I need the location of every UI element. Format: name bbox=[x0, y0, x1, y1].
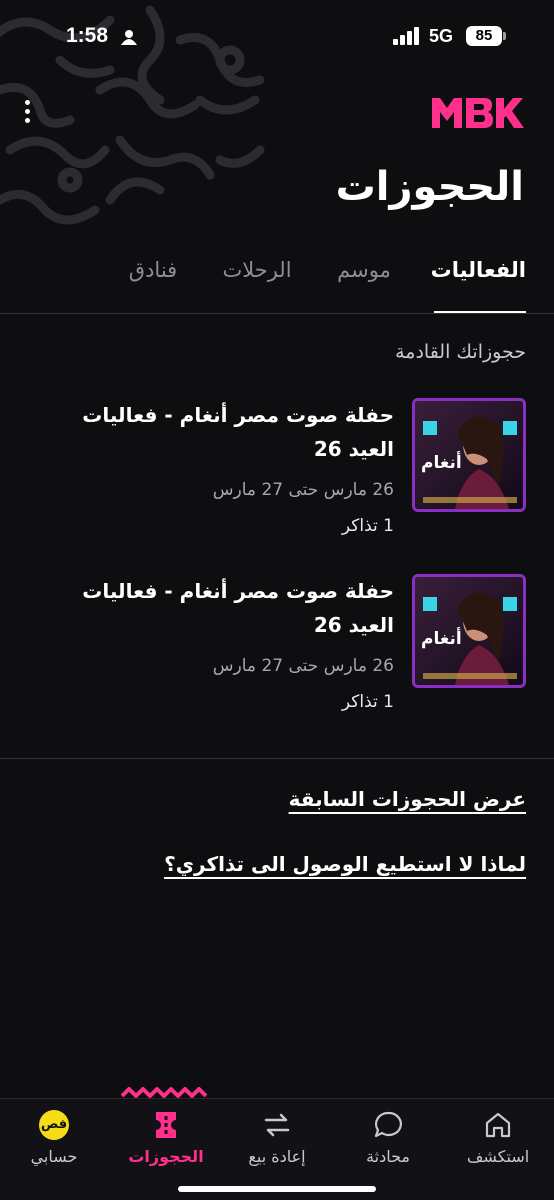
mbk-logo bbox=[432, 98, 524, 128]
nav-chat[interactable]: محادثة bbox=[338, 1109, 438, 1166]
battery-tip bbox=[503, 32, 506, 40]
avatar: فص bbox=[39, 1110, 69, 1140]
bottom-nav: فص حسابي الحجوزات إعادة بيع محادثة استكش… bbox=[0, 1098, 554, 1200]
booking-card[interactable]: أنغام حفلة صوت مصر أنغام - فعاليات العيد… bbox=[40, 398, 526, 538]
ticket-icon bbox=[156, 1112, 176, 1138]
booking-tickets: 1 تذاكر bbox=[341, 692, 394, 712]
booking-title: حفلة صوت مصر أنغام - فعاليات العيد 26 bbox=[82, 579, 394, 637]
booking-title: حفلة صوت مصر أنغام - فعاليات العيد 26 bbox=[82, 403, 394, 461]
cant-access-tickets-link[interactable]: لماذا لا استطيع الوصول الى تذاكري؟ bbox=[164, 852, 526, 876]
booking-dates: 26 مارس حتى 27 مارس bbox=[212, 656, 394, 676]
nav-label: استكشف bbox=[466, 1147, 530, 1166]
person-icon bbox=[121, 30, 137, 45]
nav-label: الحجوزات bbox=[128, 1147, 204, 1166]
category-tabs: الفعاليات موسم الرحلات فنادق bbox=[90, 250, 526, 314]
tab-label: فنادق bbox=[128, 258, 178, 282]
resell-icon bbox=[264, 1113, 290, 1137]
status-bar: 1:58 5G 85 bbox=[0, 0, 554, 74]
tab-events[interactable]: الفعاليات bbox=[430, 250, 526, 314]
booking-info: حفلة صوت مصر أنغام - فعاليات العيد 26 26… bbox=[40, 574, 394, 712]
nav-account[interactable]: فص حسابي bbox=[4, 1109, 104, 1166]
status-time: 1:58 bbox=[66, 24, 109, 47]
home-icon bbox=[485, 1112, 511, 1138]
event-poster: أنغام bbox=[412, 398, 526, 512]
poster-caption: أنغام bbox=[421, 629, 462, 649]
tab-label: موسم bbox=[337, 258, 391, 282]
list-divider bbox=[0, 758, 554, 759]
signal-icon bbox=[393, 27, 419, 45]
nav-label: محادثة bbox=[366, 1147, 410, 1166]
nav-explore[interactable]: استكشف bbox=[448, 1109, 548, 1166]
tab-label: الفعاليات bbox=[430, 258, 526, 282]
poster-caption: أنغام bbox=[421, 453, 462, 473]
nav-resell[interactable]: إعادة بيع bbox=[227, 1109, 327, 1166]
tab-season[interactable]: موسم bbox=[332, 250, 396, 314]
battery-indicator: 85 bbox=[466, 26, 502, 46]
booking-card[interactable]: أنغام حفلة صوت مصر أنغام - فعاليات العيد… bbox=[40, 574, 526, 714]
tab-hotels[interactable]: فنادق bbox=[124, 250, 182, 314]
home-indicator[interactable] bbox=[178, 1186, 376, 1192]
nav-label: إعادة بيع bbox=[248, 1147, 306, 1166]
nav-label: حسابي bbox=[30, 1147, 78, 1166]
booking-dates: 26 مارس حتى 27 مارس bbox=[212, 480, 394, 500]
booking-info: حفلة صوت مصر أنغام - فعاليات العيد 26 26… bbox=[40, 398, 394, 536]
network-type: 5G bbox=[429, 26, 454, 46]
tabs-divider bbox=[0, 313, 554, 314]
chat-icon bbox=[374, 1111, 402, 1138]
nav-bookings[interactable]: الحجوزات bbox=[116, 1109, 216, 1166]
upcoming-section-title: حجوزاتك القادمة bbox=[395, 341, 526, 363]
tab-label: الرحلات bbox=[222, 258, 292, 282]
page-title: الحجوزات bbox=[335, 164, 524, 210]
event-poster: أنغام bbox=[412, 574, 526, 688]
tab-trips[interactable]: الرحلات bbox=[218, 250, 296, 314]
more-options-icon[interactable] bbox=[22, 100, 32, 130]
past-bookings-link[interactable]: عرض الحجوزات السابقة bbox=[289, 787, 526, 811]
booking-tickets: 1 تذاكر bbox=[341, 516, 394, 536]
